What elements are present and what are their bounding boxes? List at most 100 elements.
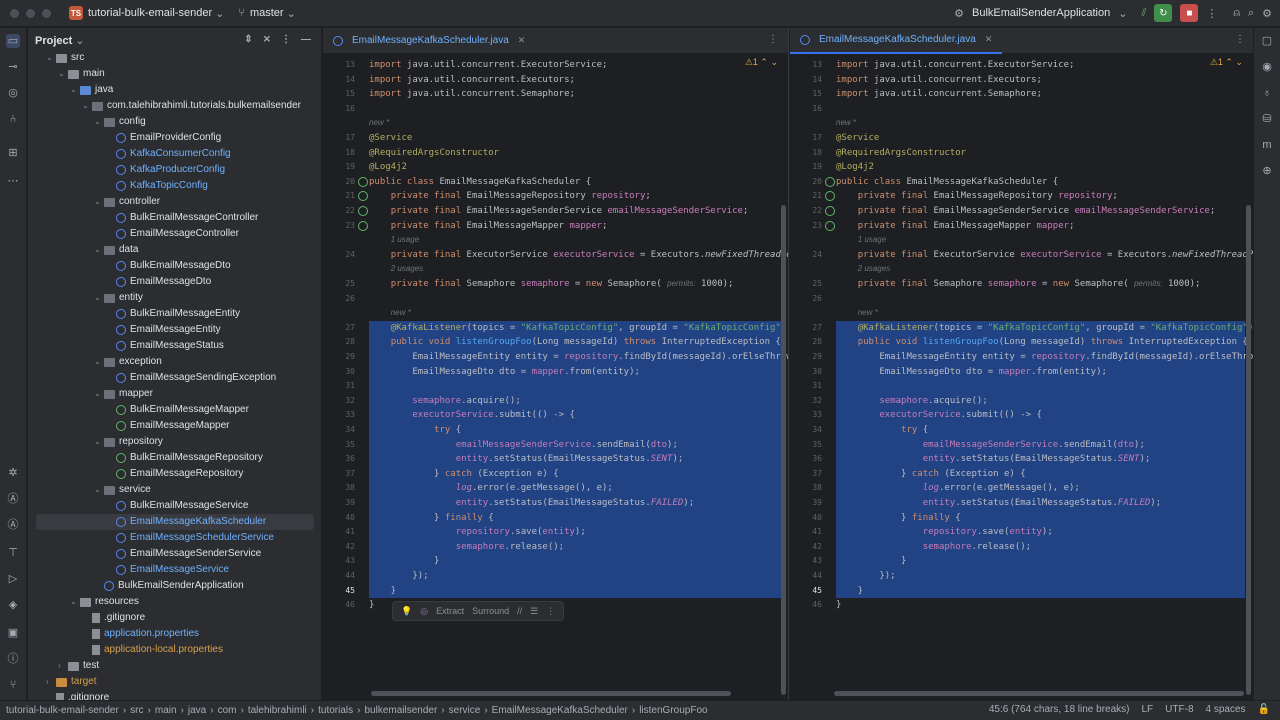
code-line[interactable]: new * <box>369 116 389 130</box>
expand-all-icon[interactable]: ⇕ <box>244 34 252 45</box>
code-line[interactable]: } finally { <box>836 511 961 525</box>
minimize-window-icon[interactable] <box>26 8 35 18</box>
endpoints-icon[interactable]: ⊕ <box>1260 164 1274 178</box>
build-icon[interactable]: ✲ <box>6 466 20 480</box>
surround-button[interactable]: Surround <box>472 606 509 616</box>
chevron-down-icon[interactable]: ⌄ <box>94 354 104 370</box>
breadcrumb-item[interactable]: tutorials <box>318 705 353 716</box>
tree-item[interactable]: .gitignore <box>46 690 109 700</box>
file-encoding[interactable]: UTF-8 <box>1165 704 1193 715</box>
run-config-name[interactable]: BulkEmailSenderApplication <box>972 7 1110 19</box>
code-line[interactable]: log.error(e.getMessage(), e); <box>369 481 613 495</box>
code-line[interactable]: } <box>369 584 396 598</box>
tree-item[interactable]: ⌄ exception <box>94 354 162 370</box>
code-line[interactable]: @KafkaListener(topics = "KafkaTopicConfi… <box>836 321 1253 335</box>
chevron-down-icon[interactable]: ⌄ <box>94 482 104 498</box>
vertical-scrollbar[interactable] <box>1246 205 1251 695</box>
code-line[interactable]: new * <box>369 306 411 320</box>
tree-item[interactable]: BulkEmailMessageMapper <box>106 402 249 418</box>
code-line[interactable]: entity.setStatus(EmailMessageStatus.SENT… <box>369 452 684 466</box>
more-tools-icon[interactable]: ⋯ <box>6 174 20 188</box>
tree-item[interactable]: EmailMessageKafkaScheduler <box>106 514 266 530</box>
hide-panel-icon[interactable]: — <box>301 34 311 45</box>
lightbulb-icon[interactable]: 💡 <box>401 606 412 617</box>
breadcrumb-item[interactable]: tutorial-bulk-email-sender <box>6 705 119 716</box>
window-controls[interactable] <box>10 8 51 18</box>
code-line[interactable]: new * <box>836 116 856 130</box>
tree-item[interactable]: EmailMessageSenderService <box>106 546 261 562</box>
code-line[interactable]: private final ExecutorService executorSe… <box>369 248 788 262</box>
tree-item[interactable]: BulkEmailMessageController <box>106 210 258 226</box>
tab-options-icon[interactable]: ⋮ <box>768 34 778 45</box>
more-actions-icon[interactable]: ⋮ <box>546 606 555 617</box>
profile-icon[interactable]: ⍝ <box>1233 7 1240 20</box>
chevron-down-icon[interactable]: ⌄ <box>94 434 104 450</box>
code-line[interactable]: repository.save(entity); <box>369 525 586 539</box>
code-line[interactable]: emailMessageSenderService.sendEmail(dto)… <box>836 438 1145 452</box>
collapse-all-icon[interactable]: ⨯ <box>263 34 271 45</box>
code-line[interactable]: public void listenGroupFoo(Long messageI… <box>369 335 781 349</box>
tree-item[interactable]: EmailMessageSchedulerService <box>106 530 274 546</box>
code-area[interactable]: 13 import java.util.concurrent.ExecutorSe… <box>790 55 1253 700</box>
code-line[interactable]: } catch (Exception e) { <box>369 467 559 481</box>
chevron-down-icon[interactable]: ⌄ <box>94 242 104 258</box>
chevron-down-icon[interactable]: ⌄ <box>58 66 68 82</box>
code-line[interactable]: @KafkaListener(topics = "KafkaTopicConfi… <box>369 321 787 335</box>
code-line[interactable]: entity.setStatus(EmailMessageStatus.SENT… <box>836 452 1151 466</box>
tab-editor-file[interactable]: EmailMessageKafkaScheduler.java ✕ <box>790 28 1003 54</box>
reformat-icon[interactable]: ☰ <box>530 606 538 617</box>
code-line[interactable]: private final EmailMessageRepository rep… <box>369 189 651 203</box>
code-line[interactable]: 1 usage <box>836 233 886 247</box>
tree-item[interactable]: EmailMessageSendingException <box>106 370 276 386</box>
tree-item[interactable]: .gitignore <box>82 610 145 626</box>
maximize-window-icon[interactable] <box>42 8 51 18</box>
code-line[interactable]: } <box>836 554 906 568</box>
tree-item[interactable]: ⌄ repository <box>94 434 163 450</box>
tree-item[interactable]: BulkEmailMessageEntity <box>106 306 240 322</box>
bean-gutter-icon[interactable] <box>358 176 368 187</box>
ai-action-icon[interactable]: ◎ <box>420 606 428 617</box>
code-line[interactable]: executorService.submit(() -> { <box>369 408 575 422</box>
structure-icon[interactable]: ⊞ <box>6 146 20 160</box>
tree-item[interactable]: application-local.properties <box>82 642 223 658</box>
code-line[interactable]: semaphore.release(); <box>369 540 564 554</box>
code-line[interactable]: EmailMessageEntity entity = repository.f… <box>369 350 788 364</box>
bean-gutter-icon[interactable] <box>358 191 368 202</box>
branch-name[interactable]: master <box>250 7 284 19</box>
layers-icon[interactable]: ◈ <box>6 598 20 612</box>
tree-item[interactable]: ⌄ controller <box>94 194 160 210</box>
code-line[interactable]: }); <box>836 569 895 583</box>
close-tab-icon[interactable]: ✕ <box>518 35 526 46</box>
code-line[interactable]: semaphore.acquire(); <box>836 394 987 408</box>
search-icon[interactable]: ⌕ <box>1248 7 1254 20</box>
tree-item[interactable]: ⌄ entity <box>94 290 143 306</box>
code-line[interactable]: new * <box>836 306 878 320</box>
code-line[interactable]: public class EmailMessageKafkaScheduler … <box>836 175 1058 189</box>
code-line[interactable]: import java.util.concurrent.Semaphore; <box>369 87 575 101</box>
gradle-icon[interactable]: ♁ <box>1260 86 1274 100</box>
code-line[interactable]: 2 usages <box>369 262 423 276</box>
code-line[interactable]: entity.setStatus(EmailMessageStatus.FAIL… <box>369 496 694 510</box>
debug-tool-icon[interactable]: ▷ <box>6 572 20 586</box>
code-line[interactable]: EmailMessageEntity entity = repository.f… <box>836 350 1253 364</box>
code-line[interactable]: } finally { <box>369 511 494 525</box>
tree-item[interactable]: EmailMessageEntity <box>106 322 221 338</box>
run-icon[interactable]: ⊤ <box>6 546 20 560</box>
code-line[interactable]: } <box>369 554 439 568</box>
code-line[interactable]: executorService.submit(() -> { <box>836 408 1042 422</box>
tree-item[interactable]: ⌄ data <box>94 242 138 258</box>
project-panel-title[interactable]: Project <box>35 35 72 47</box>
code-line[interactable]: @Log4j2 <box>836 160 874 174</box>
code-line[interactable]: 2 usages <box>836 262 890 276</box>
code-line[interactable]: import java.util.concurrent.ExecutorServ… <box>369 58 607 72</box>
code-line[interactable]: try { <box>369 423 461 437</box>
tree-item[interactable]: KafkaConsumerConfig <box>106 146 231 162</box>
breadcrumb-item[interactable]: service <box>449 705 481 716</box>
code-line[interactable]: import java.util.concurrent.Executors; <box>836 73 1042 87</box>
code-line[interactable]: @RequiredArgsConstructor <box>369 146 499 160</box>
tree-item[interactable]: ⌄ resources <box>70 594 139 610</box>
code-line[interactable]: try { <box>836 423 928 437</box>
chevron-right-icon[interactable]: › <box>58 658 68 674</box>
close-tab-icon[interactable]: ✕ <box>985 34 993 45</box>
breadcrumb-item[interactable]: java <box>188 705 206 716</box>
